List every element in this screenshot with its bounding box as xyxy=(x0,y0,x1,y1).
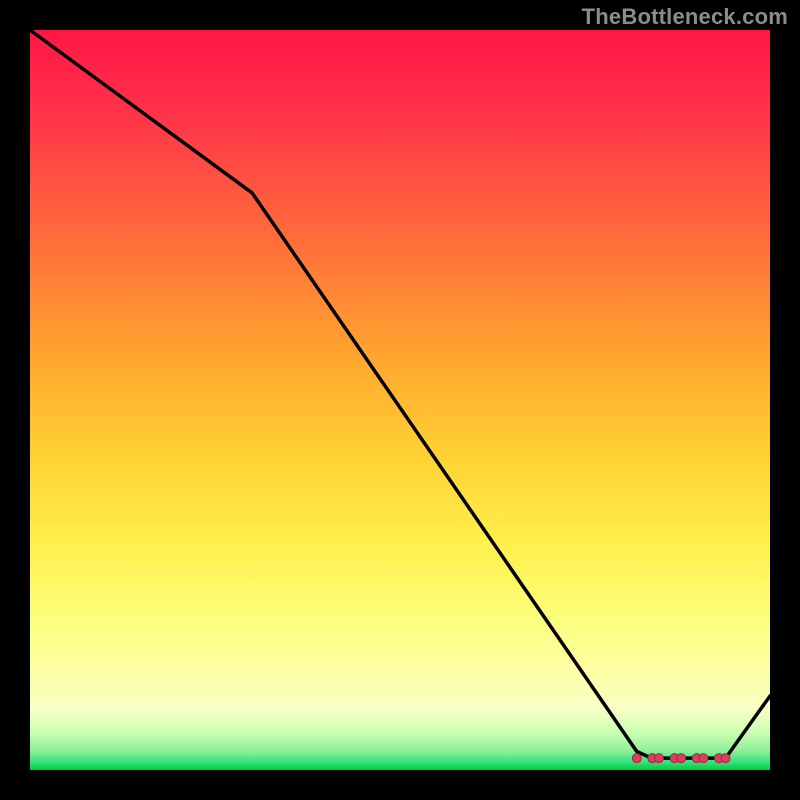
chart-marker xyxy=(699,754,708,763)
chart-svg xyxy=(30,30,770,770)
chart-marker xyxy=(677,754,686,763)
chart-marker xyxy=(655,754,664,763)
chart-marker xyxy=(721,754,730,763)
chart-line-group xyxy=(30,30,770,758)
chart-plot-area xyxy=(30,30,770,770)
watermark-text: TheBottleneck.com xyxy=(582,4,788,30)
chart-line xyxy=(30,30,770,758)
chart-frame: TheBottleneck.com xyxy=(0,0,800,800)
chart-marker xyxy=(632,754,641,763)
